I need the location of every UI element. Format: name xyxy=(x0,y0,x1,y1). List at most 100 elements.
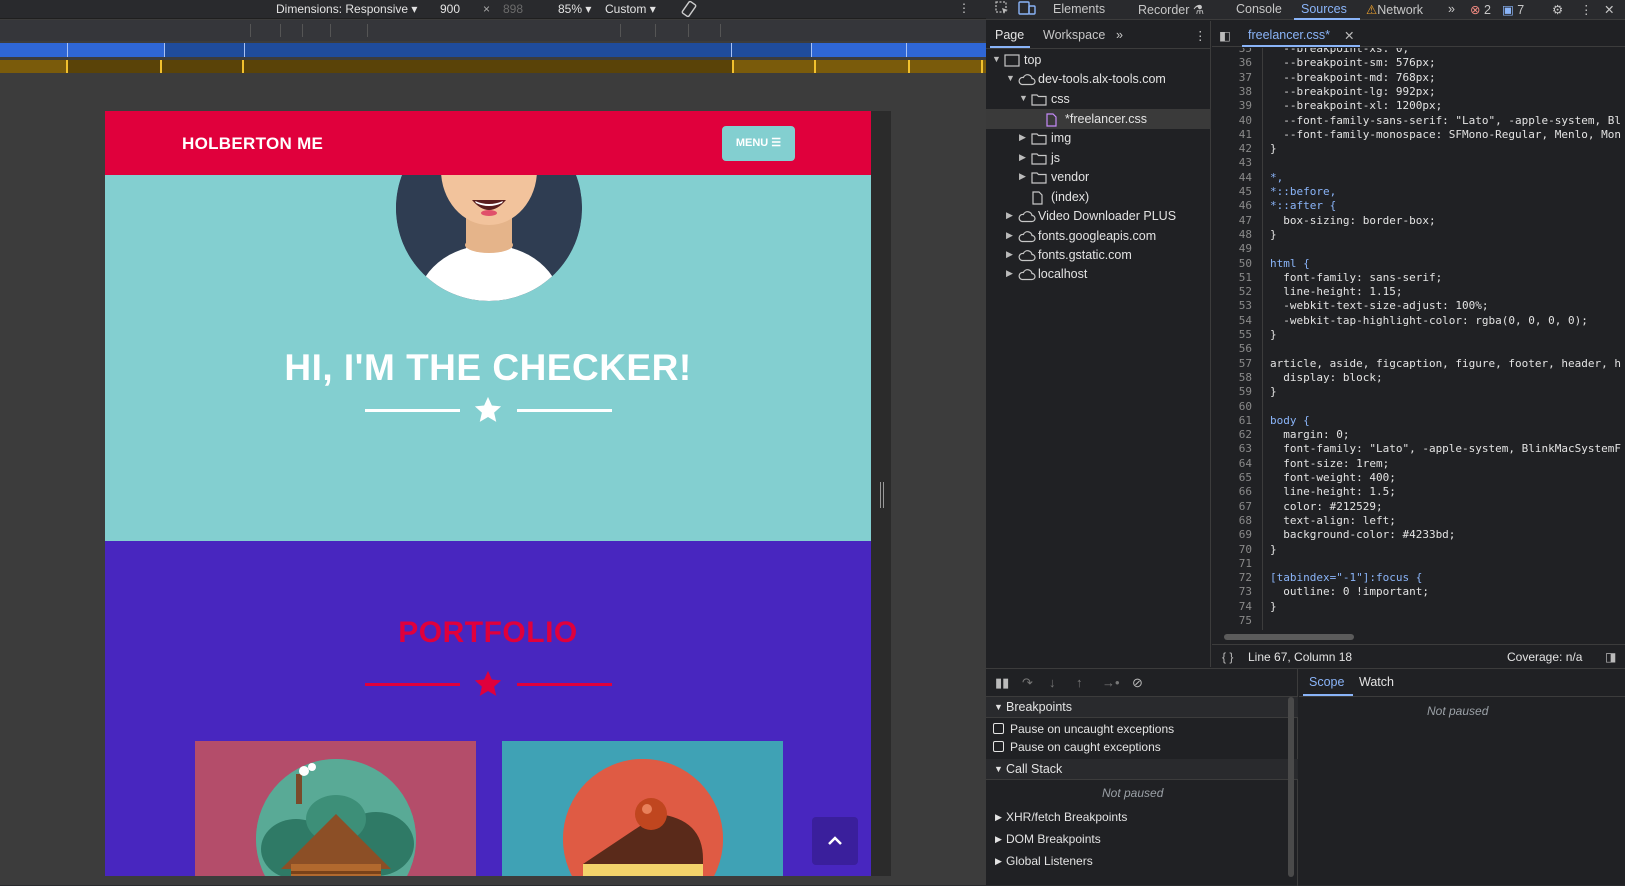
caret-down-icon[interactable]: ▼ xyxy=(1019,93,1028,103)
code-line[interactable]: 61 body { xyxy=(1212,414,1625,428)
code-line[interactable]: 68 text-align: left; xyxy=(1212,514,1625,528)
line-number[interactable]: 64 xyxy=(1212,457,1252,470)
tree-item[interactable]: *freelancer.css xyxy=(986,109,1211,129)
line-number[interactable]: 43 xyxy=(1212,156,1252,169)
line-number[interactable]: 72 xyxy=(1212,571,1252,584)
code-line[interactable]: 47 box-sizing: border-box; xyxy=(1212,214,1625,228)
line-number[interactable]: 73 xyxy=(1212,585,1252,598)
code-line[interactable]: 49 xyxy=(1212,242,1625,256)
line-number[interactable]: 42 xyxy=(1212,142,1252,155)
code-line[interactable]: 37 --breakpoint-md: 768px; xyxy=(1212,71,1625,85)
tab-network[interactable]: ⚠Network xyxy=(1366,2,1423,17)
width-input[interactable]: 900 xyxy=(440,2,460,16)
more-options-icon[interactable]: ⋮ xyxy=(1580,2,1593,17)
code-line[interactable]: 41 --font-family-monospace: SFMono-Regul… xyxy=(1212,128,1625,142)
code-line[interactable]: 64 font-size: 1rem; xyxy=(1212,457,1625,471)
caret-right-icon[interactable]: ▶ xyxy=(1019,171,1026,182)
dom-breakpoints-header[interactable]: ▶ DOM Breakpoints xyxy=(986,830,1298,848)
tab-page[interactable]: Page xyxy=(995,28,1024,42)
code-line[interactable]: 75 xyxy=(1212,614,1625,628)
tab-console[interactable]: Console xyxy=(1236,2,1282,16)
tree-item[interactable]: (index) xyxy=(986,187,1211,207)
line-number[interactable]: 60 xyxy=(1212,400,1252,413)
code-line[interactable]: 74} xyxy=(1212,600,1625,614)
code-line[interactable]: 63 font-family: "Lato", -apple-system, B… xyxy=(1212,442,1625,456)
line-number[interactable]: 39 xyxy=(1212,99,1252,112)
more-tabs-icon[interactable]: » xyxy=(1448,2,1455,16)
breakpoint-bar-min-width[interactable] xyxy=(0,60,986,73)
pause-uncaught-checkbox[interactable] xyxy=(993,723,1004,734)
brand-link[interactable]: HOLBERTON ME xyxy=(182,134,323,154)
line-number[interactable]: 75 xyxy=(1212,614,1252,627)
code-line[interactable]: 66 line-height: 1.5; xyxy=(1212,485,1625,499)
tree-item[interactable]: ▶ localhost xyxy=(986,264,1211,284)
code-line[interactable]: 50 html { xyxy=(1212,257,1625,271)
code-area[interactable]: 35 --breakpoint-xs: 0; 36 --breakpoint-sm… xyxy=(1212,48,1625,630)
global-listeners-header[interactable]: ▶ Global Listeners xyxy=(986,852,1298,870)
code-line[interactable]: 51 font-family: sans-serif; xyxy=(1212,271,1625,285)
scroll-to-top-button[interactable] xyxy=(812,817,858,865)
code-line[interactable]: 65 font-weight: 400; xyxy=(1212,471,1625,485)
code-line[interactable]: 44 *, xyxy=(1212,171,1625,185)
error-count-badge[interactable]: ⊗ 2 xyxy=(1470,2,1491,17)
line-number[interactable]: 52 xyxy=(1212,285,1252,298)
line-number[interactable]: 48 xyxy=(1212,228,1252,241)
line-number[interactable]: 51 xyxy=(1212,271,1252,284)
code-line[interactable]: 54 -webkit-tap-highlight-color: rgba(0, … xyxy=(1212,314,1625,328)
line-number[interactable]: 41 xyxy=(1212,128,1252,141)
step-out-icon[interactable]: ↑ xyxy=(1076,675,1083,690)
code-line[interactable]: 35 --breakpoint-xs: 0; xyxy=(1212,48,1625,56)
tree-item[interactable]: ▼ css xyxy=(986,89,1211,109)
inspect-element-icon[interactable] xyxy=(994,0,1010,19)
line-number[interactable]: 55 xyxy=(1212,328,1252,341)
step-over-icon[interactable]: ↷ xyxy=(1022,675,1033,691)
settings-gear-icon[interactable]: ⚙ xyxy=(1552,2,1563,17)
caret-right-icon[interactable]: ▶ xyxy=(1006,230,1013,241)
pause-uncaught-row[interactable]: Pause on uncaught exceptions xyxy=(986,720,1298,738)
code-line[interactable]: 62 margin: 0; xyxy=(1212,428,1625,442)
code-line[interactable]: 57 article, aside, figcaption, figure, fo… xyxy=(1212,357,1625,371)
code-line[interactable]: 56 xyxy=(1212,342,1625,356)
code-line[interactable]: 42} xyxy=(1212,142,1625,156)
tree-item[interactable]: ▶ js xyxy=(986,148,1211,168)
pause-caught-row[interactable]: Pause on caught exceptions xyxy=(986,738,1298,756)
pretty-print-icon[interactable]: { } xyxy=(1222,650,1233,664)
zoom-dropdown[interactable]: 85% ▾ xyxy=(558,2,591,16)
line-number[interactable]: 74 xyxy=(1212,600,1252,613)
line-number[interactable]: 58 xyxy=(1212,371,1252,384)
portfolio-card-cabin[interactable] xyxy=(195,741,476,876)
line-number[interactable]: 50 xyxy=(1212,257,1252,270)
sidebar-scrollbar[interactable] xyxy=(1288,697,1294,877)
pause-caught-checkbox[interactable] xyxy=(993,741,1004,752)
step-icon[interactable]: →• xyxy=(1102,675,1120,690)
line-number[interactable]: 35 xyxy=(1212,48,1252,55)
code-line[interactable]: 36 --breakpoint-sm: 576px; xyxy=(1212,56,1625,70)
close-devtools-icon[interactable]: ✕ xyxy=(1604,2,1614,17)
line-number[interactable]: 38 xyxy=(1212,85,1252,98)
code-line[interactable]: 38 --breakpoint-lg: 992px; xyxy=(1212,85,1625,99)
toggle-navigator-icon[interactable]: ◧ xyxy=(1219,28,1231,43)
tree-item[interactable]: ▼ dev-tools.alx-tools.com xyxy=(986,69,1211,89)
tree-item[interactable]: ▶ img xyxy=(986,128,1211,148)
line-number[interactable]: 62 xyxy=(1212,428,1252,441)
code-line[interactable]: 73 outline: 0 !important; xyxy=(1212,585,1625,599)
deactivate-breakpoints-icon[interactable]: ⊘ xyxy=(1132,675,1143,691)
line-number[interactable]: 49 xyxy=(1212,242,1252,255)
tree-item[interactable]: ▶ vendor xyxy=(986,167,1211,187)
rotate-icon[interactable] xyxy=(680,0,698,21)
code-line[interactable]: 48} xyxy=(1212,228,1625,242)
line-number[interactable]: 54 xyxy=(1212,314,1252,327)
horizontal-scrollbar[interactable] xyxy=(1224,633,1604,641)
tab-watch[interactable]: Watch xyxy=(1359,675,1394,689)
portfolio-card-cake[interactable] xyxy=(502,741,783,876)
line-number[interactable]: 53 xyxy=(1212,299,1252,312)
line-number[interactable]: 36 xyxy=(1212,56,1252,69)
line-number[interactable]: 69 xyxy=(1212,528,1252,541)
line-number[interactable]: 40 xyxy=(1212,114,1252,127)
code-line[interactable]: 46 *::after { xyxy=(1212,199,1625,213)
breakpoint-bar-max-width[interactable] xyxy=(0,43,986,57)
tree-item[interactable]: ▶ Video Downloader PLUS xyxy=(986,206,1211,226)
code-line[interactable]: 43 xyxy=(1212,156,1625,170)
tab-sources[interactable]: Sources xyxy=(1301,2,1347,16)
tree-item[interactable]: ▶ fonts.googleapis.com xyxy=(986,226,1211,246)
